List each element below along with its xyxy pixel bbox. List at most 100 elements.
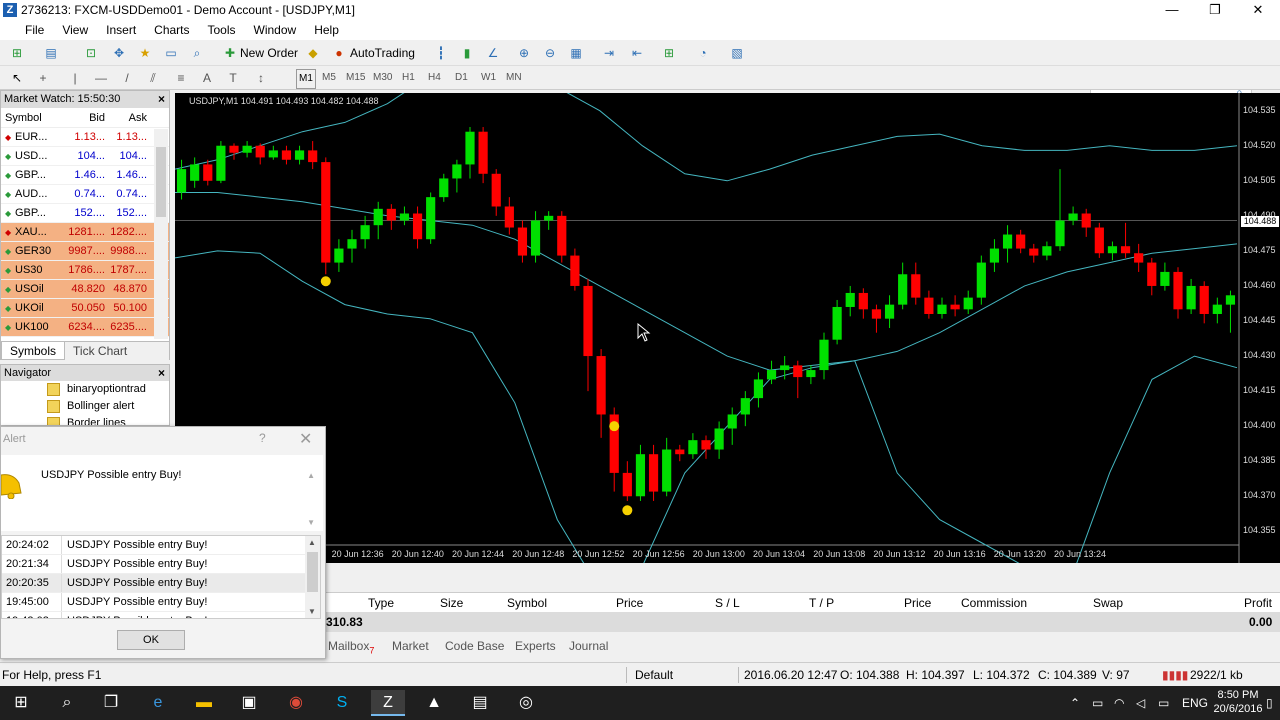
- market-watch-row[interactable]: ◆ GER30 9987.... 9988....: [1, 242, 169, 261]
- scrollbar-thumb[interactable]: [156, 147, 166, 217]
- market-watch-row[interactable]: ◆ GBP... 1.46... 1.46...: [1, 166, 169, 185]
- status-profile[interactable]: Default: [635, 663, 673, 687]
- timeframe-d1[interactable]: D1: [455, 69, 468, 87]
- battery-icon[interactable]: ▭: [1092, 686, 1103, 720]
- store-icon[interactable]: ▣: [232, 690, 266, 716]
- new-order-icon[interactable]: ✚: [221, 44, 239, 62]
- text-icon[interactable]: A: [198, 69, 216, 87]
- alert-history-row[interactable]: 20:21:34 USDJPY Possible entry Buy!: [2, 555, 320, 574]
- tile-windows-icon[interactable]: ▦: [567, 44, 585, 62]
- start-windows-icon[interactable]: ⊞: [4, 690, 38, 716]
- market-watch-row[interactable]: ◆ XAU... 1281.... 1282....: [1, 223, 169, 242]
- help-icon[interactable]: ?: [259, 431, 266, 445]
- metatrader-icon[interactable]: Z: [371, 690, 405, 716]
- col-swap[interactable]: Swap: [1093, 593, 1123, 613]
- line-chart-icon[interactable]: ∠: [484, 44, 502, 62]
- timeframe-h1[interactable]: H1: [402, 69, 415, 87]
- bar-chart-icon[interactable]: ┇: [432, 44, 450, 62]
- alert-list-scrollbar[interactable]: ▲ ▼: [305, 536, 320, 618]
- minimize-button[interactable]: —: [1150, 0, 1194, 20]
- notifications-icon[interactable]: ▯: [1266, 686, 1273, 720]
- autotrading-button[interactable]: AutoTrading: [350, 44, 415, 62]
- tab-journal[interactable]: Journal: [569, 636, 608, 656]
- zoom-out-icon[interactable]: ⊖: [541, 44, 559, 62]
- metaeditor-icon[interactable]: ◆: [304, 44, 322, 62]
- clock[interactable]: 8:50 PM 20/6/2016: [1213, 688, 1263, 716]
- photos-icon[interactable]: ▲: [417, 690, 451, 716]
- chart-shift-icon[interactable]: ⇤: [628, 44, 646, 62]
- price-chart[interactable]: [175, 93, 1280, 563]
- search-icon[interactable]: ⌕: [50, 690, 84, 716]
- alert-history-row[interactable]: 19:45:00 USDJPY Possible entry Buy!: [2, 593, 320, 612]
- navigator-icon[interactable]: ★: [136, 44, 154, 62]
- new-chart-icon[interactable]: ⊞: [8, 44, 26, 62]
- menu-tools[interactable]: Tools: [199, 20, 245, 40]
- zoom-in-icon[interactable]: ⊕: [515, 44, 533, 62]
- tab-symbols[interactable]: Symbols: [1, 342, 66, 360]
- col-price[interactable]: Price: [616, 593, 643, 613]
- menu-help[interactable]: Help: [305, 20, 348, 40]
- market-watch-scrollbar[interactable]: [154, 129, 168, 339]
- col-sl[interactable]: S / L: [715, 593, 740, 613]
- market-watch-row[interactable]: ◆ AUD... 0.74... 0.74...: [1, 185, 169, 204]
- navigator-item[interactable]: Border lines: [1, 415, 169, 425]
- files-icon[interactable]: ▤: [463, 690, 497, 716]
- text-label-icon[interactable]: T: [224, 69, 242, 87]
- scroll-up-icon[interactable]: ▲: [308, 538, 316, 547]
- edge-browser-icon[interactable]: e: [141, 690, 175, 716]
- scrollbar-thumb[interactable]: [307, 552, 318, 592]
- market-watch-row[interactable]: ◆ GBP... 152.... 152....: [1, 204, 169, 223]
- crosshair-icon[interactable]: +: [34, 69, 52, 87]
- alert-history-row[interactable]: 20:20:35 USDJPY Possible entry Buy!: [2, 574, 320, 593]
- timeframe-w1[interactable]: W1: [481, 69, 496, 87]
- market-watch-row[interactable]: ◆ US30 1786.... 1787....: [1, 261, 169, 280]
- col-ask[interactable]: Ask: [109, 108, 151, 127]
- col-tp[interactable]: T / P: [809, 593, 834, 613]
- close-icon[interactable]: ×: [158, 365, 165, 381]
- tab-market[interactable]: Market: [392, 636, 429, 656]
- timeframe-m5[interactable]: M5: [322, 69, 336, 87]
- skype-icon[interactable]: S: [325, 690, 359, 716]
- arrows-icon[interactable]: ↕: [252, 69, 270, 87]
- col-bid[interactable]: Bid: [67, 108, 109, 127]
- market-watch-row[interactable]: ◆ USD... 104... 104...: [1, 147, 169, 166]
- balance-row[interactable]: 310.83 0.00: [175, 612, 1280, 632]
- periods-icon[interactable]: ◔: [694, 44, 712, 62]
- templates-icon[interactable]: ▧: [728, 44, 746, 62]
- chart-window[interactable]: USDJPY,M1 104.491 104.493 104.482 104.48…: [161, 93, 1280, 563]
- timeframe-mn[interactable]: MN: [506, 69, 522, 87]
- strategy-tester-icon[interactable]: ⌕: [188, 44, 206, 62]
- ok-button[interactable]: OK: [117, 630, 185, 650]
- timeframe-m30[interactable]: M30: [373, 69, 392, 87]
- terminal-icon[interactable]: ▭: [162, 44, 180, 62]
- vertical-line-icon[interactable]: |: [66, 69, 84, 87]
- restore-button[interactable]: ❐: [1193, 0, 1237, 20]
- timeframe-m1[interactable]: M1: [296, 69, 316, 89]
- horizontal-line-icon[interactable]: —: [92, 69, 110, 87]
- menu-window[interactable]: Window: [245, 20, 306, 40]
- scroll-up-icon[interactable]: ▲: [307, 471, 315, 480]
- close-icon[interactable]: ✕: [299, 429, 312, 449]
- data-window-icon[interactable]: ✥: [110, 44, 128, 62]
- menu-view[interactable]: View: [53, 20, 97, 40]
- candlestick-icon[interactable]: ▮: [458, 44, 476, 62]
- language-indicator[interactable]: ENG: [1182, 686, 1208, 720]
- timeframe-h4[interactable]: H4: [428, 69, 441, 87]
- col-symbol[interactable]: Symbol: [1, 108, 67, 127]
- chrome-icon[interactable]: ◉: [279, 690, 313, 716]
- col-type[interactable]: Type: [368, 593, 394, 613]
- market-watch-row[interactable]: ◆ UK100 6234.... 6235....: [1, 318, 169, 337]
- fibonacci-icon[interactable]: ≡: [172, 69, 190, 87]
- trendline-icon[interactable]: /: [118, 69, 136, 87]
- indicators-icon[interactable]: ⊞: [660, 44, 678, 62]
- scroll-down-icon[interactable]: ▼: [307, 518, 315, 527]
- alert-history-row[interactable]: 19:43:03USDJPY Possible entry Buy!: [2, 612, 320, 618]
- col-size[interactable]: Size: [440, 593, 463, 613]
- tab-tick-chart[interactable]: Tick Chart: [65, 342, 135, 360]
- menu-file[interactable]: File: [16, 20, 53, 40]
- autotrading-icon[interactable]: ●: [330, 44, 348, 62]
- market-watch-row[interactable]: ◆ EUR... 1.13... 1.13...: [1, 128, 169, 147]
- recorder-icon[interactable]: ◎: [509, 690, 543, 716]
- task-view-icon[interactable]: ❐: [94, 690, 128, 716]
- close-icon[interactable]: ×: [158, 91, 165, 108]
